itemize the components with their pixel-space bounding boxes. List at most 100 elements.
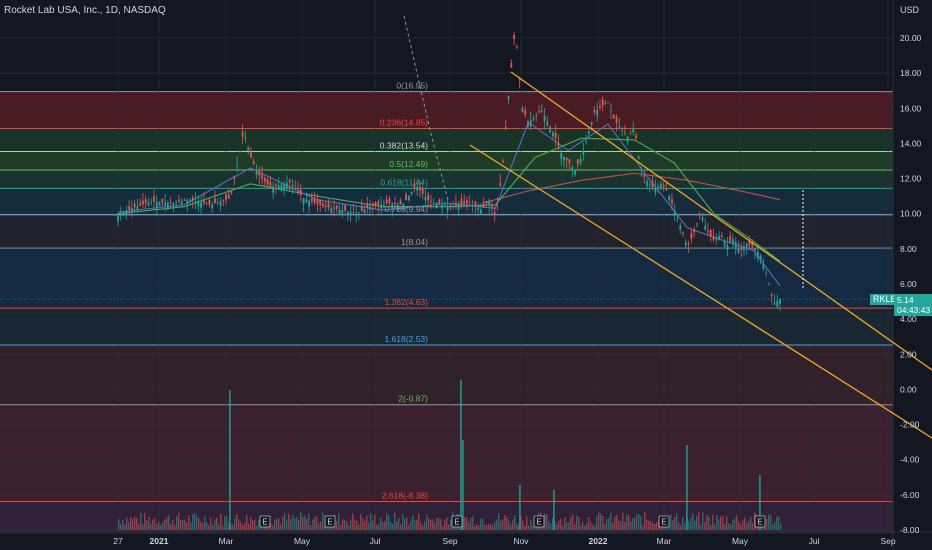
candle-body: [352, 212, 355, 214]
volume-bar: [306, 518, 308, 530]
candle-body: [119, 214, 122, 216]
candle-body: [496, 201, 499, 203]
candle-body: [582, 150, 585, 155]
candle-body: [707, 231, 709, 233]
volume-bar: [606, 518, 608, 530]
volume-bar: [122, 519, 124, 530]
candle-body: [643, 175, 646, 177]
candle-body: [756, 251, 759, 258]
volume-bar: [194, 513, 196, 530]
candle-body: [621, 129, 624, 131]
candle-body: [302, 197, 305, 204]
candle-body: [759, 255, 762, 261]
candle-body: [202, 200, 205, 204]
candle-body: [770, 294, 773, 297]
candle-body: [233, 176, 236, 179]
volume-bar: [416, 519, 418, 530]
volume-bar: [144, 512, 146, 530]
candle-body: [560, 153, 563, 159]
time-axis[interactable]: 27 2021 Mar May Jul Sep Nov 2022 Mar May Jul Sep: [113, 536, 896, 546]
volume-bar: [206, 522, 208, 530]
candle-body: [734, 242, 737, 248]
price-chart[interactable]: 0(16.95) 0.236(14.85) 0.382(13.54) 0.5(12.4…: [0, 0, 932, 550]
earnings-label: E: [327, 518, 332, 527]
candle-body: [715, 238, 718, 240]
volume-bar: [492, 524, 494, 530]
volume-bar: [592, 524, 594, 530]
volume-bar: [752, 522, 754, 530]
volume-bar: [486, 524, 488, 530]
candle-body: [175, 202, 178, 204]
candle-body: [419, 187, 421, 191]
volume-bar: [640, 516, 642, 530]
volume-bar: [646, 519, 648, 530]
candle-body: [720, 235, 723, 238]
candle-body: [424, 197, 427, 201]
volume-bar: [712, 514, 714, 530]
volume-bar: [438, 517, 440, 530]
candle-body: [214, 198, 216, 204]
x-tick-label: Jul: [370, 536, 381, 546]
volume-bar: [556, 524, 558, 530]
volume-bar: [726, 516, 728, 530]
volume-bar: [530, 519, 532, 530]
volume-bar: [360, 514, 362, 530]
volume-bar: [732, 519, 734, 530]
volume-bar: [234, 518, 236, 530]
volume-bar: [564, 517, 566, 530]
y-tick-label: 0.00: [900, 384, 917, 394]
volume-bar: [612, 522, 614, 530]
volume-bar: [728, 523, 730, 530]
candle-body: [659, 183, 662, 189]
y-tick-label: 20.00: [900, 33, 922, 43]
fib-level-label: 2(-0.87): [398, 394, 428, 404]
candle-body: [310, 198, 313, 202]
volume-bar: [648, 520, 650, 530]
volume-bar: [482, 518, 484, 530]
last-price-tag: 5.14 04:43:43: [894, 294, 932, 316]
price-axis[interactable]: 20.0018.0016.0014.0012.0010.008.006.004.…: [900, 33, 922, 535]
y-tick-label: -2.00: [900, 420, 920, 430]
volume-bar: [594, 525, 596, 530]
candle-body: [291, 184, 294, 187]
volume-bar: [614, 516, 616, 530]
candle-body: [729, 236, 732, 243]
candle-body: [288, 180, 291, 183]
candle-body: [463, 201, 466, 204]
candle-body: [515, 46, 518, 48]
fib-level-label: 1.382(4.63): [385, 297, 429, 307]
volume-bar: [598, 512, 600, 530]
volume-bar: [408, 524, 410, 530]
candle-body: [521, 107, 524, 112]
volume-bar: [184, 519, 186, 530]
candle-body: [504, 126, 507, 130]
candle-body: [189, 199, 191, 201]
fib-level-label: 0.5(12.49): [389, 159, 428, 169]
volume-bar: [148, 516, 150, 530]
volume-bar: [354, 520, 356, 530]
candle-body: [765, 273, 768, 275]
volume-bar: [394, 512, 396, 530]
volume-bar: [314, 516, 316, 530]
candle-body: [117, 215, 119, 222]
volume-bar: [632, 518, 634, 530]
volume-bar: [218, 524, 220, 530]
volume-bar: [716, 514, 718, 530]
chart-title: Rocket Lab USA, Inc., 1D, NASDAQ: [4, 5, 166, 16]
volume-bar: [308, 513, 310, 530]
volume-bar: [642, 525, 644, 530]
candle-body: [205, 203, 208, 205]
candle-body: [241, 131, 244, 137]
volume-bar: [412, 515, 414, 530]
candle-body: [274, 184, 277, 186]
candle-body: [344, 205, 347, 211]
x-tick-label: May: [732, 536, 749, 546]
volume-bar: [210, 517, 212, 530]
volume-bar: [220, 513, 222, 530]
candle-body: [538, 111, 540, 113]
candle-body: [776, 300, 779, 307]
candle-body: [416, 187, 419, 191]
candle-body: [701, 217, 704, 221]
volume-bar: [568, 522, 570, 530]
volume-bar: [634, 518, 636, 530]
